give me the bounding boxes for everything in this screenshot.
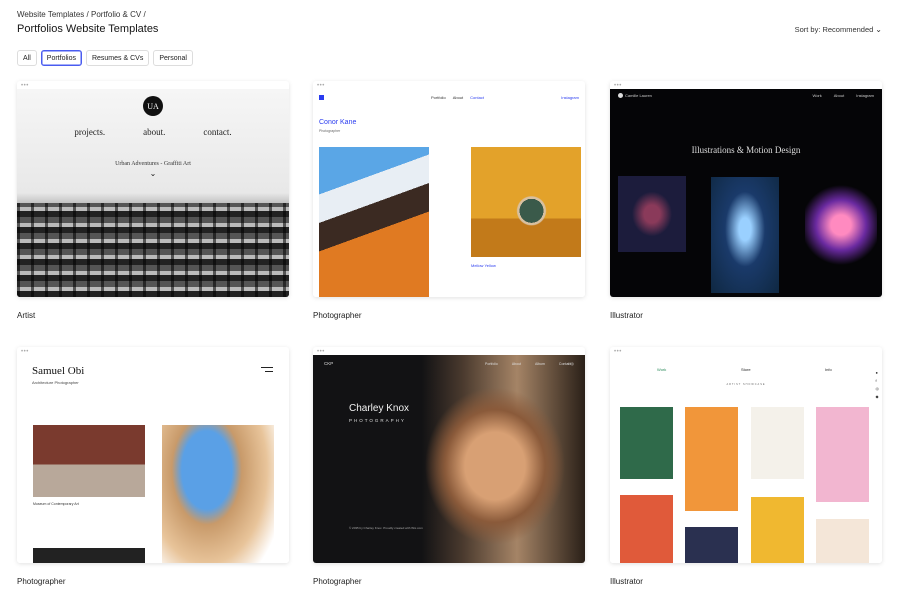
template-card-illustrator[interactable]: ••• Camille Lauren Work About Instagram … bbox=[610, 81, 882, 297]
preview-dark-image bbox=[33, 548, 145, 563]
preview-name: Conor Kane bbox=[319, 119, 357, 126]
template-preview: Camille Lauren Work About Instagram Illu… bbox=[610, 89, 882, 297]
preview-nav-item: Store bbox=[741, 367, 751, 372]
preview-artwork-tile bbox=[620, 407, 673, 479]
filter-portfolios[interactable]: Portfolios bbox=[40, 50, 82, 66]
preview-nav: Portfolio About Album Contact bbox=[485, 362, 571, 366]
preview-nav-item: About bbox=[452, 95, 464, 100]
preview-artwork-tile bbox=[685, 407, 738, 511]
preview-artwork-tile bbox=[816, 519, 869, 563]
preview-logo: UA bbox=[143, 96, 163, 116]
sort-dropdown[interactable]: Sort by: Recommended ⌄ bbox=[795, 25, 882, 34]
template-card-photographer[interactable]: ••• Samuel Obi Architecture Photographer… bbox=[17, 347, 289, 563]
preview-nav-item: Portfolio bbox=[431, 95, 446, 100]
preview-nav: Work About Instagram bbox=[812, 93, 874, 98]
preview-building-image bbox=[17, 203, 289, 297]
template-label: Photographer bbox=[313, 577, 362, 586]
filter-all[interactable]: All bbox=[17, 50, 37, 66]
preview-portrait-image bbox=[319, 147, 429, 297]
preview-portrait-image bbox=[423, 385, 583, 563]
preview-role: PHOTOGRAPHY bbox=[349, 418, 406, 423]
preview-sky-image bbox=[162, 425, 274, 563]
preview-role: Photographer bbox=[319, 129, 341, 133]
preview-nav-item: Info bbox=[825, 367, 832, 372]
template-preview: Work Store Info ARTIST SHOWCASE ● f ◎ ◆ bbox=[610, 355, 882, 563]
preview-instagram-link: Instagram bbox=[561, 95, 579, 100]
sort-value: Recommended bbox=[822, 25, 874, 34]
preview-nav: projects. about. contact. bbox=[17, 127, 289, 137]
preview-still-life-image bbox=[471, 147, 581, 257]
template-label: Illustrator bbox=[610, 311, 643, 320]
preview-nav-item: Work bbox=[657, 367, 667, 372]
preview-nav-item: Instagram bbox=[856, 93, 874, 98]
preview-nav-item: Portfolio bbox=[485, 362, 498, 366]
preview-logo-square bbox=[319, 95, 324, 100]
template-label: Photographer bbox=[17, 577, 66, 586]
filter-personal[interactable]: Personal bbox=[153, 50, 193, 66]
preview-nav-item: Contact bbox=[470, 95, 484, 100]
template-card-photographer[interactable]: ••• CKP Portfolio About Album Contact f … bbox=[313, 347, 585, 563]
sort-label: Sort by: bbox=[794, 25, 821, 34]
template-card-photographer[interactable]: ••• Portfolio About Contact Instagram Co… bbox=[313, 81, 585, 297]
preview-nav-item: Work bbox=[812, 93, 822, 98]
breadcrumb-website-templates[interactable]: Website Templates bbox=[17, 10, 84, 19]
preview-artwork-shell bbox=[805, 185, 877, 265]
preview-artwork-tile bbox=[816, 407, 869, 502]
chevron-down-icon: ⌄ bbox=[149, 169, 157, 178]
preview-caption: Museum of Contemporary Art bbox=[33, 502, 79, 506]
preview-social-icons: ● f ◎ ◆ bbox=[875, 370, 880, 399]
breadcrumb-separator: / bbox=[143, 10, 146, 19]
preview-artwork-bird bbox=[618, 176, 686, 252]
preview-nav-item: about. bbox=[143, 127, 166, 137]
preview-nav-item: projects. bbox=[74, 127, 106, 137]
filter-resumes-cvs[interactable]: Resumes & CVs bbox=[85, 50, 150, 66]
chevron-down-icon: ⌄ bbox=[875, 25, 882, 34]
template-preview: UA projects. about. contact. Urban Adven… bbox=[17, 89, 289, 297]
preview-brand: Camille Lauren bbox=[618, 93, 652, 98]
preview-nav-item: About bbox=[511, 362, 521, 366]
preview-artwork-tile bbox=[751, 407, 804, 479]
template-preview: Samuel Obi Architecture Photographer Mus… bbox=[17, 355, 289, 563]
preview-caption: Mellow Yellow bbox=[471, 263, 496, 268]
preview-artwork-tile bbox=[751, 497, 804, 563]
preview-social-icons: f ◎ bbox=[568, 361, 574, 366]
template-card-artist[interactable]: ••• UA projects. about. contact. Urban A… bbox=[17, 81, 289, 297]
filter-chips: All Portfolios Resumes & CVs Personal bbox=[17, 50, 193, 66]
brand-logo-icon bbox=[618, 93, 623, 98]
preview-artwork-flower bbox=[711, 177, 779, 293]
preview-logo: CKP bbox=[324, 361, 334, 366]
preview-headline: Illustrations & Motion Design bbox=[691, 145, 801, 155]
preview-footer: © 2035 by Charley Knox. Proudly created … bbox=[349, 526, 423, 530]
preview-nav-item: Album bbox=[535, 362, 545, 366]
preview-role: Architecture Photographer bbox=[32, 380, 79, 385]
preview-nav-item: About bbox=[833, 93, 845, 98]
breadcrumb-portfolio-cv[interactable]: Portfolio & CV bbox=[91, 10, 141, 19]
template-label: Photographer bbox=[313, 311, 362, 320]
preview-architecture-image bbox=[33, 425, 145, 497]
preview-nav: Portfolio About Contact bbox=[431, 95, 484, 100]
page-title: Portfolios Website Templates bbox=[17, 23, 159, 35]
template-label: Illustrator bbox=[610, 577, 643, 586]
preview-name: Charley Knox bbox=[349, 403, 410, 414]
template-card-illustrator[interactable]: ••• Work Store Info ARTIST SHOWCASE ● f ◎ ◆ bbox=[610, 347, 882, 563]
preview-artwork-tile bbox=[620, 495, 673, 563]
preview-nav-item: contact. bbox=[203, 127, 232, 137]
hamburger-menu-icon bbox=[261, 367, 273, 375]
breadcrumb: Website Templates / Portfolio & CV / bbox=[17, 10, 146, 19]
template-preview: Portfolio About Contact Instagram Conor … bbox=[313, 89, 585, 297]
template-preview: CKP Portfolio About Album Contact f ◎ Ch… bbox=[313, 355, 585, 563]
template-label: Artist bbox=[17, 311, 36, 320]
preview-heading: ARTIST SHOWCASE bbox=[726, 383, 766, 386]
preview-subtitle: Urban Adventures - Graffiti Art bbox=[115, 161, 191, 167]
preview-name: Samuel Obi bbox=[32, 365, 85, 377]
preview-artwork-tile bbox=[685, 527, 738, 563]
